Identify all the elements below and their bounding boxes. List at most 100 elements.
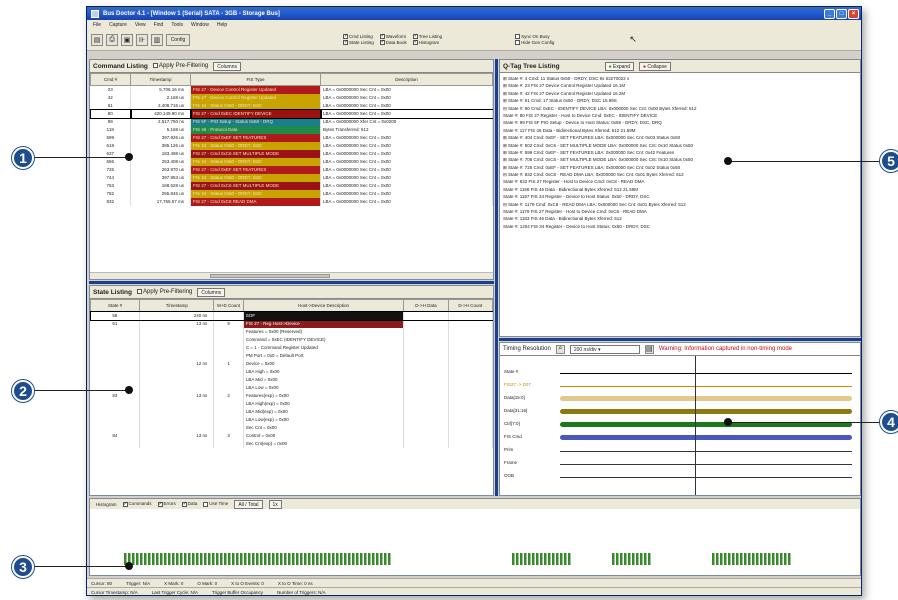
column-header[interactable]: Host->Device Description	[242, 299, 405, 312]
tree-node[interactable]: State #: 1183 FIS 46 Data - Bidirectiona…	[503, 215, 857, 222]
table-row[interactable]: 618 385.126 us FIS 34 - Status 0x50 - DRDY…	[90, 141, 493, 150]
column-header[interactable]: State #	[90, 299, 141, 312]
minimize-button[interactable]: _	[824, 8, 835, 19]
state-prefilter-checkbox[interactable]: Apply Pre-Filtering	[137, 288, 192, 295]
column-header[interactable]: Timestamp	[139, 299, 215, 312]
checkbox-box[interactable]	[343, 33, 348, 39]
table-row[interactable]: 832 17,769.57 ms FIS 27 - Cmd 0xC8 READ DM…	[90, 197, 493, 206]
histogram-chart[interactable]	[90, 509, 860, 575]
table-row[interactable]: 782 255.846 us FIS 34 - Status 0x50 - DRDY…	[90, 189, 493, 198]
table-row[interactable]: 599 397.926 us FIS 27 - Cmd 0xEF SET FEATU…	[90, 133, 493, 142]
zoom-icon[interactable]: ⌕	[555, 344, 565, 354]
table-row[interactable]: 42 2,168 us FIS 27 - Device Control Regist…	[90, 93, 493, 102]
open-icon[interactable]: ▤	[91, 33, 103, 46]
resolution-select[interactable]: 200 ns/div ▾	[569, 344, 640, 354]
table-row[interactable]: 84 13 ns 3 Control = 0x00	[90, 431, 493, 440]
column-header[interactable]: D->H Data	[403, 299, 449, 312]
tree-node[interactable]: ⊟ State #: 832 Cmd: 0xC8 - READ DMA LBA:…	[503, 171, 857, 178]
expand-button[interactable]: ● Expand	[604, 61, 634, 71]
menu-item[interactable]: Tools	[171, 22, 183, 28]
checkbox-toolbar.checks[interactable]: Data Book	[379, 39, 407, 46]
tree-node[interactable]: ⊞ State #: 706 Cmd: 0xC6 - SET MULTIPLE …	[503, 156, 857, 163]
table-row[interactable]: LBA Mid = 0x00	[90, 375, 493, 384]
waveform-lane[interactable]	[560, 435, 852, 440]
column-header[interactable]: FIS Type	[190, 73, 321, 86]
menu-item[interactable]: Find	[154, 22, 164, 28]
checkbox-box[interactable]	[343, 39, 348, 46]
table-row[interactable]: Sec Cnt(exp) = 0x00	[90, 439, 493, 448]
trigger-icon[interactable]: ⊪	[136, 33, 148, 46]
save-icon[interactable]: ▣	[121, 33, 133, 46]
tree-node[interactable]: ⊞ State #: 502 Cmd: 0xC6 - SET MULTIPLE …	[503, 142, 857, 149]
table-row[interactable]: Sec Cnt = 0x00	[90, 423, 493, 432]
table-row[interactable]: 99 2,517,750 ns FIS 5F - PIO Setup - Statu…	[90, 117, 493, 126]
table-row[interactable]: PM Port = 0x0 = Default Port	[90, 351, 493, 360]
waveform-lane[interactable]	[560, 396, 852, 401]
config-button[interactable]: Config	[166, 33, 190, 46]
checkbox-box[interactable]	[203, 501, 209, 507]
tree-node[interactable]: ⊞ State #: 42 FIS 27 Device Control Regi…	[503, 90, 857, 97]
checkbox-box[interactable]	[412, 33, 418, 39]
tree-node[interactable]: ⊞ State #: 4 Cmd: 11 Status 0x50 - DRDY,…	[503, 75, 857, 82]
checkbox-box[interactable]	[515, 34, 521, 39]
checkbox-box[interactable]	[379, 39, 385, 46]
tree-node[interactable]: ⊞ State #: 23 FIS 27 Device Control Regi…	[503, 82, 857, 89]
table-row[interactable]: 58 240 ns SOF	[90, 310, 493, 321]
checkbox-toolbar.checks[interactable]: State Listing	[343, 39, 374, 46]
column-header[interactable]: Cmd #	[90, 73, 131, 86]
column-header[interactable]: D->H Count	[447, 299, 493, 312]
tree-node[interactable]: ⊟ State #: 80 Cmd: 0xEC - IDENTIFY DEVIC…	[503, 105, 857, 112]
checkbox-toolbar.checks[interactable]: Waveform	[379, 33, 407, 39]
column-header[interactable]: Timestamp	[130, 73, 191, 86]
waveform-lane[interactable]	[560, 409, 852, 414]
checkbox-toolbar.checks[interactable]: Tree Listing	[412, 33, 442, 39]
table-row[interactable]: Features = 0x00 (Reserved)	[90, 327, 493, 336]
fit-icon[interactable]: ▤	[644, 344, 654, 354]
histogram-checkbox[interactable]: Data	[181, 501, 197, 507]
checkbox-box[interactable]	[379, 33, 385, 39]
table-row[interactable]: 637 183.498 us FIS 27 - Cmd 0xC6 SET MULTI…	[90, 149, 493, 158]
column-header[interactable]: M+D Count	[213, 299, 244, 312]
waveform-lane[interactable]	[560, 461, 852, 465]
tree-node[interactable]: State #: 1197 FIS 34 Register - Device t…	[503, 193, 857, 200]
column-header[interactable]: Description	[320, 73, 493, 86]
checkbox-toolbar.checks[interactable]: Cmd Listing	[343, 33, 374, 39]
table-row[interactable]: LBA High = 0x00	[90, 367, 493, 376]
table-row[interactable]: 656 253.408 us FIS 34 - Status 0x50 - DRDY…	[90, 157, 493, 166]
close-button[interactable]: ×	[848, 8, 859, 19]
checkbox-toolbar.checks[interactable]: Histogram	[412, 39, 442, 46]
checkbox-toolbar.checks2[interactable]: Sync On Busy	[515, 34, 554, 39]
checkbox-box[interactable]	[157, 501, 163, 507]
table-row[interactable]: 61 2,408.716 us FIS 34 - Status 0x50 - DRD…	[90, 101, 493, 110]
table-row[interactable]: LBA Low = 0x00	[90, 383, 493, 392]
table-row[interactable]: LBA High(exp) = 0x00	[90, 399, 493, 408]
tree-node[interactable]: State #: 117 FIS 46 Data - Bidirectional…	[503, 127, 857, 134]
histogram-checkbox[interactable]: Use Time	[203, 501, 228, 507]
table-row[interactable]: 744 397.953 us FIS 34 - Status 0x50 - DRDY…	[90, 173, 493, 182]
tree-node[interactable]: State #: 832 FIS 27 Register - Host to D…	[503, 178, 857, 185]
checkbox-toolbar.checks2[interactable]: Hide Gen Config	[515, 40, 554, 46]
checkbox-box[interactable]	[122, 501, 128, 507]
tree-node[interactable]: ⊞ State #: 725 Cmd: 0xEF - SET FEATURES …	[503, 164, 857, 171]
table-row[interactable]: LBA Mid(exp) = 0x00	[90, 407, 493, 416]
tree-node[interactable]: ⊞ State #: 599 Cmd: 0xEF - SET FEATURES …	[503, 149, 857, 156]
checkbox-box[interactable]	[515, 40, 521, 46]
table-row[interactable]: C = 1 - Command Register Updated	[90, 343, 493, 352]
tree-node[interactable]: State #: 1204 FIS 34 Register - Device t…	[503, 223, 857, 230]
splitter-v[interactable]	[495, 59, 498, 496]
checkbox-box[interactable]	[412, 39, 418, 46]
checkbox-box[interactable]	[181, 501, 187, 507]
menu-item[interactable]: File	[93, 22, 101, 28]
columns-button[interactable]: Columns	[213, 61, 241, 71]
waveform-lane[interactable]	[560, 448, 852, 452]
tree-node[interactable]: ⊟ State #: 1179 Cmd: 0xC8 - READ DMA LBA…	[503, 201, 857, 208]
waveform-lane[interactable]	[560, 474, 852, 478]
prefilter-checkbox[interactable]: Apply Pre-Filtering	[152, 62, 208, 69]
tree-node[interactable]: ⊞ State #: 61 Cmd: 17 Status 0x50 - DRDY…	[503, 97, 857, 104]
tree-node[interactable]: State #: 1158 FIS 46 Data - Bidirectiona…	[503, 186, 857, 193]
splitter-h-left[interactable]	[89, 281, 494, 284]
table-row[interactable]: 12 ns 1 Device = 0x00	[90, 359, 493, 368]
tree-node[interactable]: State #: 80 FIS 27 Register - Host to De…	[503, 112, 857, 119]
state-columns-button[interactable]: Columns	[197, 287, 226, 297]
tree-node[interactable]: State #: 99 FIS 5F PIO Setup - Device to…	[503, 119, 857, 126]
